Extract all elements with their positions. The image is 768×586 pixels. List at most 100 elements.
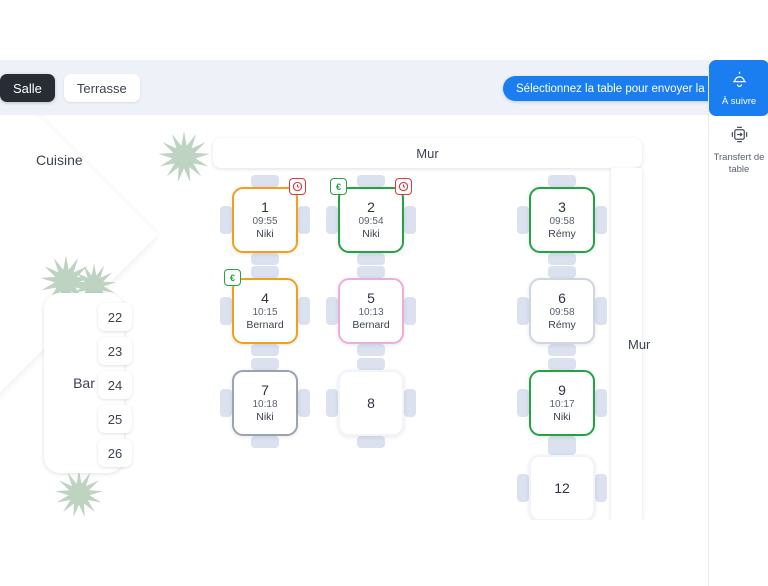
- euro-icon[interactable]: €: [330, 178, 347, 195]
- table-number: 5: [367, 289, 375, 306]
- chair-bottom: [548, 344, 576, 356]
- table-time: 10:18: [252, 398, 278, 410]
- chair-left: [517, 297, 529, 325]
- chair-top: [357, 175, 385, 187]
- table-9[interactable]: 9 10:17 Niki: [517, 358, 607, 448]
- room-tab-salle[interactable]: Salle: [0, 74, 55, 102]
- table-time: 09:58: [549, 306, 575, 318]
- chair-left: [326, 206, 338, 234]
- plant-icon: [55, 470, 103, 518]
- table-8[interactable]: 8: [326, 358, 416, 448]
- rail-item-label: À suivre: [721, 95, 757, 107]
- table-server: Rémy: [548, 319, 576, 332]
- table-time: 10:15: [252, 306, 278, 318]
- restaurant-floor-plan-app: Salle Terrasse Sélectionnez la table pour…: [0, 0, 768, 586]
- table-server: Niki: [553, 411, 571, 424]
- table-6[interactable]: 6 09:58 Rémy: [517, 266, 607, 356]
- euro-icon[interactable]: €: [224, 269, 241, 286]
- table-time: 09:55: [252, 215, 278, 227]
- chair-right: [595, 297, 607, 325]
- wall-top: Mur: [213, 138, 642, 168]
- chair-right: [595, 389, 607, 417]
- chair-top: [548, 175, 576, 187]
- table-3[interactable]: 3 09:58 Rémy: [517, 175, 607, 265]
- chair-left: [220, 297, 232, 325]
- table-number: 3: [558, 198, 566, 215]
- table-number: 2: [367, 198, 375, 215]
- table-server: Bernard: [352, 319, 390, 332]
- bar-seat-23[interactable]: 23: [98, 337, 132, 365]
- chair-bottom: [357, 253, 385, 265]
- table-time: 09:54: [358, 215, 384, 227]
- table-server: Niki: [256, 228, 274, 241]
- table-number: 4: [261, 289, 269, 306]
- chair-left: [326, 389, 338, 417]
- chair-bottom: [251, 436, 279, 448]
- chair-bottom: [357, 436, 385, 448]
- chair-top: [357, 358, 385, 370]
- table-number: 7: [261, 381, 269, 398]
- plant-icon: [158, 131, 210, 183]
- rail-item-transfert-de-table[interactable]: Transfert de table: [709, 116, 768, 184]
- chair-right: [595, 206, 607, 234]
- chair-top: [251, 358, 279, 370]
- bar-seat-22[interactable]: 22: [98, 303, 132, 331]
- table-server: Rémy: [548, 228, 576, 241]
- chair-right: [595, 474, 607, 502]
- table-2[interactable]: 2 09:54 Niki €: [326, 175, 416, 265]
- table-card[interactable]: 3 09:58 Rémy: [529, 187, 595, 253]
- chair-bottom: [548, 253, 576, 265]
- room-tabs: Salle Terrasse: [0, 74, 140, 102]
- tooltip-label: Sélectionnez la table pour envoyer la su…: [516, 82, 733, 95]
- chair-left: [517, 206, 529, 234]
- chair-left: [517, 389, 529, 417]
- table-card[interactable]: 7 10:18 Niki: [232, 370, 298, 436]
- room-tab-terrasse[interactable]: Terrasse: [63, 74, 140, 102]
- table-1[interactable]: 1 09:55 Niki: [220, 175, 310, 265]
- chair-bottom: [251, 344, 279, 356]
- chair-bottom: [357, 344, 385, 356]
- table-number: 6: [558, 289, 566, 306]
- bar-label: Bar: [73, 375, 95, 391]
- bar-seat-26[interactable]: 26: [98, 439, 132, 467]
- chair-left: [220, 389, 232, 417]
- chair-top: [251, 266, 279, 278]
- table-transfer-icon: [730, 125, 749, 148]
- table-server: Bernard: [246, 319, 284, 332]
- chair-right: [298, 206, 310, 234]
- table-card[interactable]: 4 10:15 Bernard: [232, 278, 298, 344]
- table-card[interactable]: 12: [529, 455, 595, 520]
- table-card[interactable]: 9 10:17 Niki: [529, 370, 595, 436]
- chair-left: [517, 474, 529, 502]
- table-time: 09:58: [549, 215, 575, 227]
- table-number: 1: [261, 198, 269, 215]
- table-card[interactable]: 2 09:54 Niki: [338, 187, 404, 253]
- table-card[interactable]: 6 09:58 Rémy: [529, 278, 595, 344]
- table-7[interactable]: 7 10:18 Niki: [220, 358, 310, 448]
- rail-item-à-suivre[interactable]: À suivre: [709, 60, 768, 116]
- chair-right: [404, 297, 416, 325]
- chair-right: [404, 206, 416, 234]
- chair-right: [298, 389, 310, 417]
- chair-top: [548, 358, 576, 370]
- table-card[interactable]: 5 10:13 Bernard: [338, 278, 404, 344]
- chair-right: [404, 389, 416, 417]
- table-12[interactable]: 12: [517, 443, 607, 520]
- table-5[interactable]: 5 10:13 Bernard: [326, 266, 416, 356]
- chair-bottom: [251, 253, 279, 265]
- bar-seat-25[interactable]: 25: [98, 405, 132, 433]
- bar-seat-24[interactable]: 24: [98, 371, 132, 399]
- clock-icon[interactable]: [395, 178, 412, 195]
- chair-left: [220, 206, 232, 234]
- table-number: 12: [554, 479, 570, 496]
- table-number: 8: [367, 394, 375, 411]
- table-card[interactable]: 1 09:55 Niki: [232, 187, 298, 253]
- chair-top: [357, 266, 385, 278]
- kitchen-label: Cuisine: [36, 152, 83, 168]
- table-card[interactable]: 8: [338, 370, 404, 436]
- chair-top: [548, 443, 576, 455]
- clock-icon[interactable]: [289, 178, 306, 195]
- table-4[interactable]: 4 10:15 Bernard €: [220, 266, 310, 356]
- chair-left: [326, 297, 338, 325]
- bell-icon: [730, 69, 749, 92]
